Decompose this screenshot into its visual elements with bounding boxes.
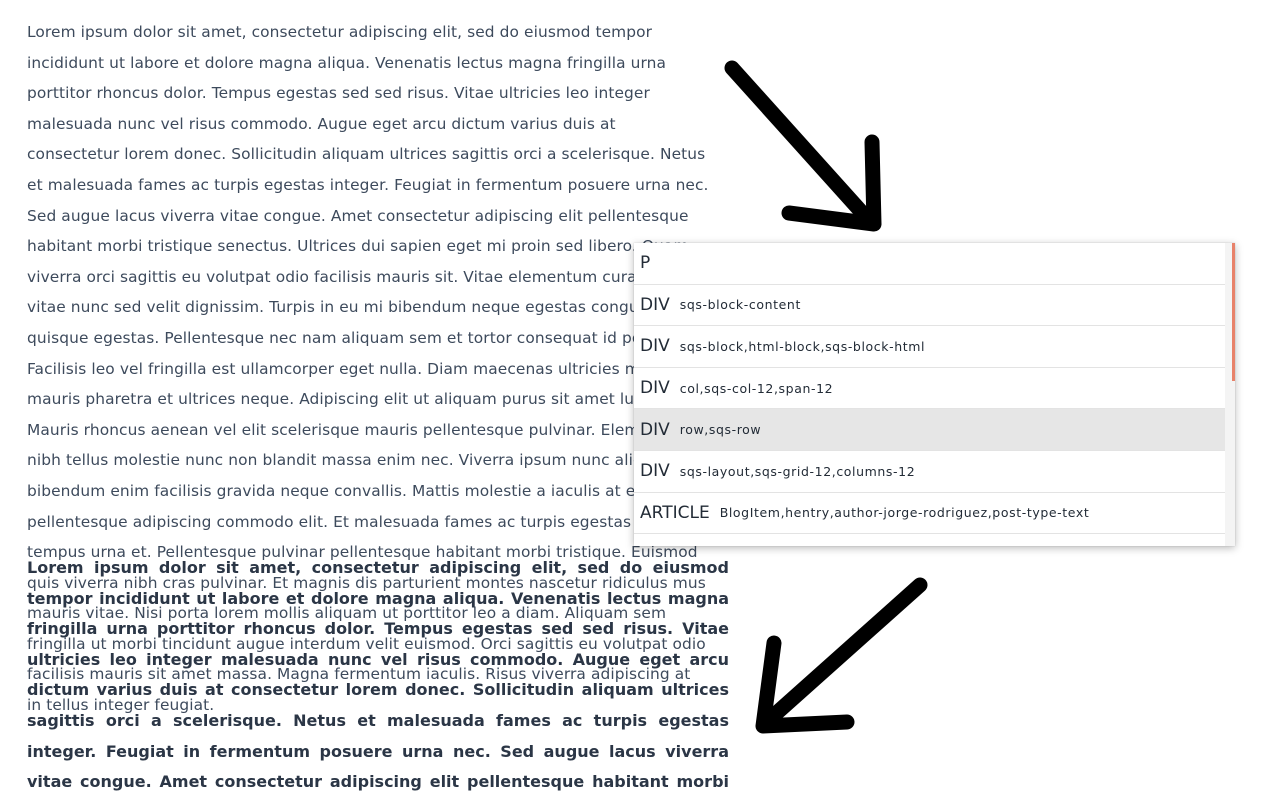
element-path-row-div[interactable]: DIV sqs-block,html-block,sqs-block-html — [634, 326, 1225, 368]
arrow-down-right-icon — [724, 60, 882, 232]
element-path-row-div[interactable]: DIV col,sqs-col-12,span-12 — [634, 368, 1225, 410]
element-path-row-article[interactable]: ARTICLE BlogItem,hentry,author-jorge-rod… — [634, 493, 1225, 535]
element-path-row-div-selected[interactable]: DIV row,sqs-row — [634, 409, 1225, 451]
element-classes: sqs-block-content — [679, 297, 801, 313]
element-tag: DIV — [640, 336, 670, 357]
element-breadcrumb-popup: P DIV sqs-block-content DIV sqs-block,ht… — [634, 243, 1235, 546]
element-classes: row,sqs-row — [679, 422, 762, 438]
element-path-list: P DIV sqs-block-content DIV sqs-block,ht… — [634, 243, 1225, 535]
arrow-down-left-icon — [755, 577, 928, 734]
element-classes: sqs-layout,sqs-grid-12,columns-12 — [679, 463, 916, 479]
element-tag: DIV — [640, 294, 670, 315]
element-tag: DIV — [640, 378, 670, 399]
element-classes: BlogItem,hentry,author-jorge-rodriguez,p… — [719, 505, 1090, 521]
element-tag: DIV — [640, 461, 670, 482]
popup-scrollbar[interactable] — [1225, 243, 1235, 546]
element-path-row-div[interactable]: DIV sqs-layout,sqs-grid-12,columns-12 — [634, 451, 1225, 493]
element-classes: sqs-block,html-block,sqs-block-html — [679, 338, 926, 354]
element-path-row-p[interactable]: P — [634, 243, 1225, 285]
element-classes: col,sqs-col-12,span-12 — [679, 380, 834, 396]
element-tag: P — [640, 253, 651, 274]
element-tag: DIV — [640, 419, 670, 440]
element-path-row-div[interactable]: DIV sqs-block-content — [634, 285, 1225, 327]
popup-scrollbar-thumb[interactable] — [1232, 243, 1235, 381]
element-tag: ARTICLE — [640, 502, 710, 523]
